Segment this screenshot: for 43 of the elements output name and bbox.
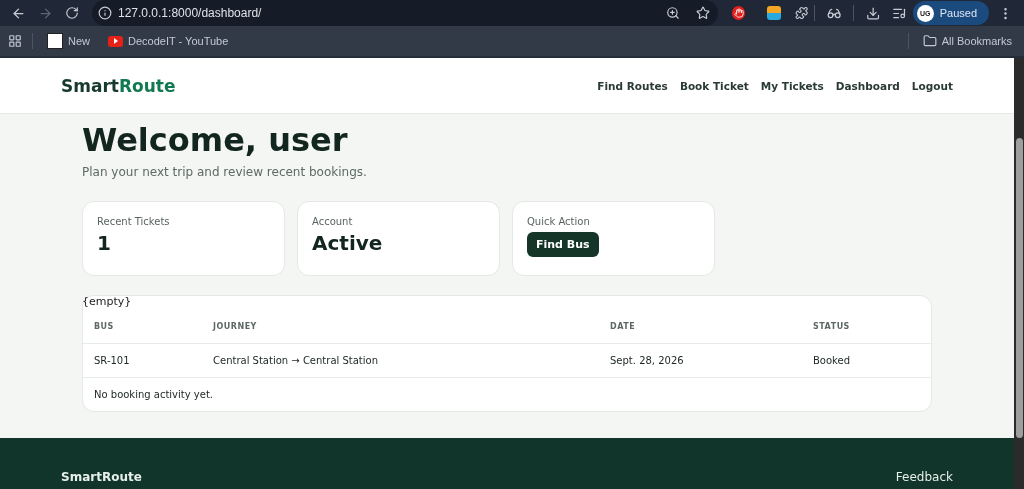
column-header: DATE [610, 322, 637, 331]
bookmark-link[interactable]: New [43, 31, 94, 51]
card-label: Quick Action [527, 216, 590, 227]
footer-brand: SmartRoute [61, 470, 142, 484]
extensions-icon[interactable] [794, 6, 808, 20]
card-value: Active [312, 231, 383, 255]
table-cell-text: Sept. 28, 2026 [610, 355, 685, 366]
table-cell-text: SR-101 [94, 355, 131, 366]
feedback-link[interactable]: Feedback [895, 470, 953, 484]
table-cell-text: Central Station → Central Station [213, 355, 380, 366]
url-text: 127.0.0.1:8000/dashboard/ [118, 6, 263, 20]
card-label: Account [312, 216, 353, 227]
scroll-thumb[interactable] [1015, 138, 1023, 438]
address-bar[interactable]: 127.0.0.1:8000/dashboard/ [92, 0, 718, 26]
card-value: 1 [97, 231, 111, 255]
card-label: Recent Tickets [97, 216, 170, 227]
apps-icon[interactable] [8, 34, 22, 48]
brand-logo[interactable]: SmartRoute [61, 75, 176, 96]
download-icon[interactable] [866, 5, 881, 21]
nav-link[interactable]: Find Routes [597, 79, 668, 92]
info-icon [98, 6, 112, 20]
nav-link[interactable]: Dashboard [835, 79, 900, 92]
page-heading: Welcome, user [82, 122, 348, 159]
hand-extension-icon[interactable] [732, 6, 746, 20]
nav-link[interactable]: Book Ticket [679, 79, 749, 92]
column-header: BUS [94, 322, 115, 331]
column-header: STATUS [813, 322, 851, 331]
reload-icon [65, 6, 79, 20]
table-cell-text: Booked [813, 355, 852, 366]
nav-link[interactable]: Logout [911, 79, 953, 92]
folder-icon [922, 34, 937, 48]
find-bus-button[interactable]: Find Bus [527, 232, 599, 257]
subtitle-text: Plan your next trip and review recent bookings. [82, 165, 367, 179]
column-header: JOURNEY [213, 322, 258, 331]
forward-arrow-icon [38, 5, 53, 21]
empty-message: No booking activity yet. [94, 389, 213, 400]
zoom-icon[interactable] [666, 6, 680, 20]
bookmark-link[interactable]: DecodeIT - YouTube [104, 33, 233, 49]
nav-link[interactable]: My Tickets [760, 79, 824, 92]
bookmark-star-icon[interactable] [696, 6, 710, 20]
debug-text: {empty} [82, 295, 132, 308]
play-icon [108, 35, 123, 47]
all-bookmarks-button[interactable]: All Bookmarks [918, 32, 1016, 50]
